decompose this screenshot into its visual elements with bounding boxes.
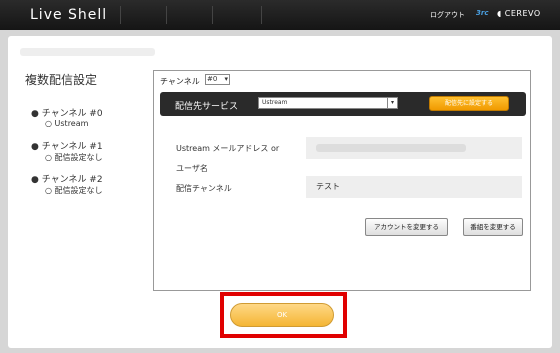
circle-bullet-icon: ○ [45,153,55,162]
email-field-value [306,137,522,159]
nav-tab-2[interactable] [166,6,212,24]
service-select-value: Ustream [262,99,288,106]
sidebar-subitem-channel-1: ○ 配信設定なし [45,152,103,163]
email-field-label: Ustream メールアドレス or [176,144,280,153]
cerevo-logo: ◖ CEREVO [497,9,541,18]
set-service-button[interactable]: 配信先に設定する [429,96,509,111]
blurred-email [316,144,466,152]
change-account-button[interactable]: アカウントを変更する [365,218,448,236]
sidebar-subitem-label: 配信設定なし [54,186,103,195]
sidebar-item-channel-0[interactable]: ● チャンネル #0 [31,106,103,119]
sidebar-item-label: チャンネル #0 [41,109,103,119]
channel-name-label: 配信チャンネル [176,184,232,193]
circle-bullet-icon: ○ [45,119,55,128]
bullet-icon: ● [31,109,42,119]
channel-select-value: #0 [207,75,218,83]
sidebar-item-label: チャンネル #2 [41,175,103,185]
page-title: 複数配信設定 [25,73,98,87]
service-label: 配信先サービス [175,102,239,112]
sidebar-subitem-label: 配信設定なし [54,153,103,162]
brand-3c-logo: 3rc [476,9,489,17]
channel-name-value: テスト [306,176,522,198]
channel-select[interactable]: #0 [205,74,230,85]
cerevo-mark-icon: ◖ [497,9,505,18]
cerevo-label: CEREVO [504,9,541,18]
logo: Live Shell [30,7,108,23]
nav-tab-1[interactable] [120,6,166,24]
channel-label: チャンネル [160,77,200,86]
ok-button[interactable]: OK [230,303,334,327]
top-bar: Live Shell ログアウト 3rc ◖ CEREVO [0,0,560,30]
bullet-icon: ● [31,142,42,152]
email-field-label-2: ユーザ名 [176,164,208,173]
sidebar-subitem-label: Ustream [54,119,89,128]
sidebar-subitem-channel-2: ○ 配信設定なし [45,185,103,196]
service-select[interactable]: Ustream ▾ [258,97,398,109]
sidebar-item-channel-2[interactable]: ● チャンネル #2 [31,172,103,185]
logout-link[interactable]: ログアウト [430,10,465,20]
sidebar-item-channel-1[interactable]: ● チャンネル #1 [31,139,103,152]
change-channel-button[interactable]: 番組を変更する [463,218,523,236]
circle-bullet-icon: ○ [45,186,55,195]
sidebar-item-label: チャンネル #1 [41,142,103,152]
sidebar-subitem-channel-0: ○ Ustream [45,119,88,128]
blurred-breadcrumb [20,48,155,56]
chevron-down-icon: ▾ [387,98,397,108]
nav-tab-3[interactable] [212,6,262,24]
bullet-icon: ● [31,175,42,185]
